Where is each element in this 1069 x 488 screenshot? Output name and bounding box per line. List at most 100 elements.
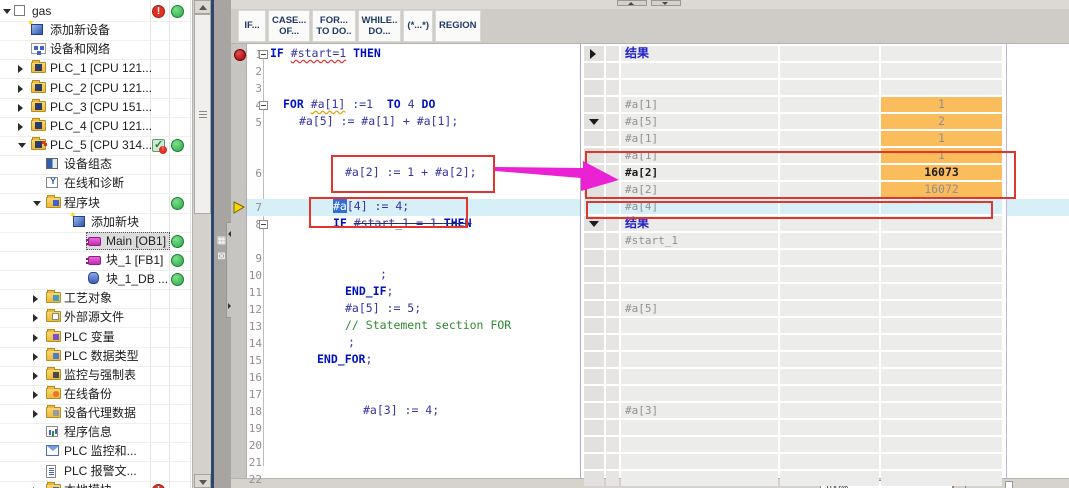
monitor-cell	[780, 97, 879, 112]
expand-toggle-icon[interactable]	[589, 170, 599, 176]
code-line-row[interactable]: 13 // Statement section FOR	[231, 318, 580, 335]
toolbar-button-region[interactable]: REGION	[435, 10, 480, 42]
monitor-value-cell	[881, 454, 1002, 469]
code-line-row[interactable]: 8IF #start_1 = 1 THEN	[231, 216, 580, 233]
code-text: ;	[348, 335, 355, 349]
line-number: 14	[236, 335, 265, 352]
monitor-cell	[606, 97, 619, 112]
code-line-row[interactable]: 12#a[5] := 5;	[231, 301, 580, 318]
monitor-value-cell	[881, 335, 1002, 350]
code-line-row[interactable]: 18#a[3] := 4;	[231, 403, 580, 420]
expand-toggle-icon[interactable]	[589, 221, 599, 227]
toolbar-button-while-do[interactable]: WHILE..DO...	[358, 10, 402, 42]
monitor-cell	[584, 335, 604, 350]
line-number: 13	[236, 318, 265, 335]
toolbar-button-for-to-do[interactable]: FOR...TO DO..	[312, 10, 355, 42]
code-line-row[interactable]: 6#a[2] := 1 + #a[2];	[231, 165, 580, 182]
scroll-up-button[interactable]	[194, 0, 211, 14]
code-line-row[interactable]: 14;	[231, 335, 580, 352]
code-line-row[interactable]: 11END_IF;	[231, 284, 580, 301]
code-line-row[interactable]	[231, 182, 580, 199]
monitor-value-cell: 1	[881, 131, 1002, 146]
code-text: END_IF;	[345, 284, 393, 298]
monitor-cell	[584, 46, 604, 61]
code-line-row[interactable]: 1IF #start=1 THEN	[231, 46, 580, 63]
monitor-name: #a[3]	[625, 403, 658, 418]
code-line-row[interactable]: 9	[231, 250, 580, 267]
line-number: 15	[236, 352, 265, 369]
monitor-cell	[780, 165, 879, 180]
monitor-cell	[606, 420, 619, 435]
code-line-row[interactable]: 5#a[5] := #a[1] + #a[1];	[231, 114, 580, 131]
monitor-cell: 结果	[621, 216, 778, 231]
tree-item-1[interactable]: 添加新设备	[0, 21, 192, 41]
code-line-row[interactable]	[231, 131, 580, 148]
code-line-row[interactable]: 15END_FOR;	[231, 352, 580, 369]
monitor-cell	[621, 386, 778, 401]
code-line-row[interactable]: 7#a[4] := 4;	[231, 199, 580, 216]
monitor-value-cell: 16072	[881, 182, 1002, 197]
code-line-row[interactable]: 20	[231, 437, 580, 454]
monitor-cell	[584, 199, 604, 214]
monitor-cell	[780, 335, 879, 350]
fold-toggle-icon[interactable]	[259, 220, 268, 229]
monitor-cell	[606, 165, 619, 180]
code-line-row[interactable]: 19	[231, 420, 580, 437]
code-line-row[interactable]: 2	[231, 63, 580, 80]
monitor-cell: #a[4]	[621, 199, 778, 214]
monitor-value: 16073	[881, 165, 1002, 180]
code-line-row[interactable]: 3	[231, 80, 580, 97]
monitor-name: #start_1	[625, 233, 678, 248]
fold-toggle-icon[interactable]	[259, 50, 268, 59]
toolbar-button-comment[interactable]: (*...*)	[403, 10, 433, 42]
monitor-cell: #a[3]	[621, 403, 778, 418]
code-line-row[interactable]: 17	[231, 386, 580, 403]
code-line-row[interactable]: 21	[231, 454, 580, 471]
code-line-row[interactable]	[231, 148, 580, 165]
monitor-cell	[606, 284, 619, 299]
expand-toggle-icon[interactable]	[589, 119, 599, 125]
monitor-value-cell	[881, 46, 1002, 61]
splitter-up-button[interactable]	[617, 0, 647, 6]
toolbar-button-case-of[interactable]: CASE...OF...	[268, 10, 310, 42]
monitor-cell	[780, 267, 879, 282]
monitor-cell	[606, 114, 619, 129]
code-line-row[interactable]: 16	[231, 369, 580, 386]
monitor-cell	[584, 301, 604, 316]
code-line-row[interactable]: 22	[231, 471, 580, 488]
toolbar-button-if[interactable]: IF...	[238, 10, 266, 42]
line-number: 3	[236, 80, 265, 97]
line-number: 21	[236, 454, 265, 471]
code-line-row[interactable]	[231, 233, 580, 250]
chevron-down-icon[interactable]	[3, 9, 11, 14]
monitor-cell	[606, 437, 619, 452]
monitor-value-cell	[881, 420, 1002, 435]
monitor-cell: #a[5]	[621, 114, 778, 129]
monitor-cell	[584, 471, 604, 486]
monitor-value-cell: 16073	[881, 165, 1002, 180]
monitor-cell	[584, 182, 604, 197]
monitor-cell	[780, 420, 879, 435]
monitor-value-cell	[881, 352, 1002, 367]
monitor-cell: #a[1]	[621, 131, 778, 146]
fold-toggle-icon[interactable]	[259, 101, 268, 110]
monitor-cell	[584, 403, 604, 418]
monitor-cell	[606, 301, 619, 316]
code-text: // Statement section FOR	[345, 318, 511, 332]
code-line-row[interactable]: 10;	[231, 267, 580, 284]
splitter-down-button[interactable]	[651, 0, 681, 6]
monitor-cell	[621, 352, 778, 367]
monitor-cell	[780, 233, 879, 248]
monitor-cell	[621, 369, 778, 384]
code-line-row[interactable]: 4FOR #a[1] :=1 TO 4 DO	[231, 97, 580, 114]
line-number: 19	[236, 420, 265, 437]
monitor-cell	[780, 131, 879, 146]
monitor-cell	[584, 369, 604, 384]
monitor-cell	[606, 131, 619, 146]
monitor-value-cell	[881, 63, 1002, 78]
code-text: FOR #a[1] :=1 TO 4 DO	[283, 97, 435, 111]
expand-toggle-icon[interactable]	[590, 49, 596, 59]
monitor-cell	[606, 46, 619, 61]
monitor-cell	[621, 318, 778, 333]
line-number: 17	[236, 386, 265, 403]
